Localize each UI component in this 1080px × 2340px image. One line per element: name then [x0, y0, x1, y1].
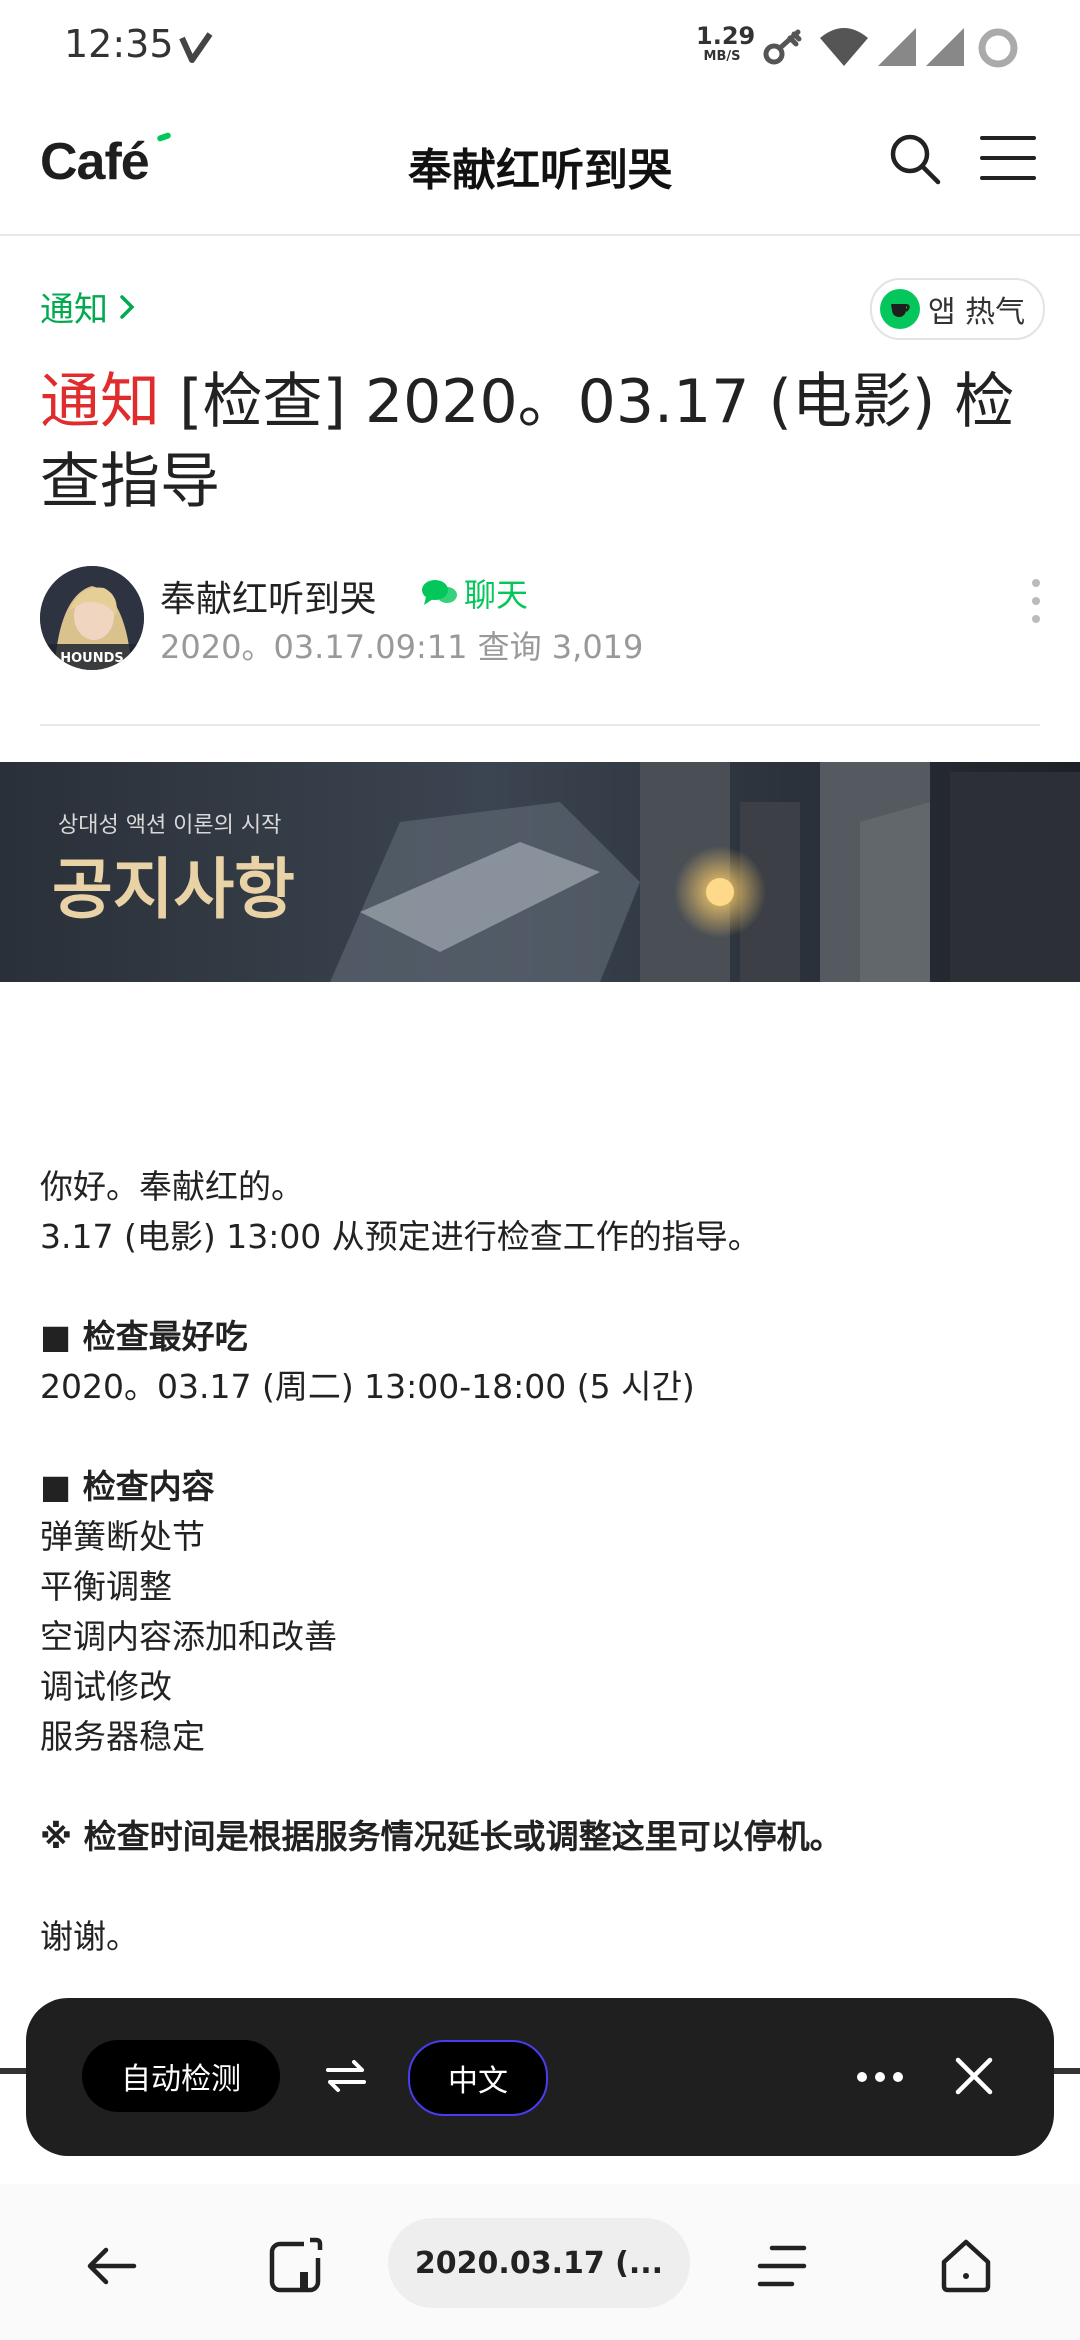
chevron-right-icon — [120, 294, 135, 319]
divider — [40, 724, 1040, 726]
vpn-key-icon — [763, 29, 802, 65]
author-name[interactable]: 奉献红听到哭 — [160, 570, 376, 622]
app-hot-label: 앱 热气 — [928, 295, 1026, 330]
body-line: 谢谢。 — [40, 1917, 139, 1956]
close-icon[interactable] — [950, 2052, 998, 2100]
post-title: 通知 [检查] 2020。03.17 (电影) 检查指导 — [40, 362, 1040, 522]
net-speed-value: 1.29 — [696, 22, 756, 50]
body-line — [40, 1412, 1040, 1462]
vpn-check-icon — [179, 32, 213, 63]
url-bar[interactable]: 2020.03.17 (... — [388, 2218, 690, 2308]
menu-icon[interactable] — [980, 130, 1036, 186]
body-line: 服务器稳定 — [40, 1717, 205, 1756]
body-line: 你好。奉献红的。 — [40, 1167, 304, 1206]
more-icon[interactable] — [852, 2054, 908, 2100]
body-line — [40, 1762, 1040, 1812]
home-icon[interactable] — [936, 2236, 996, 2296]
browser-bottom-nav: 2020.03.17 (... — [0, 2184, 1080, 2340]
post-title-text: [检查] 2020。03.17 (电影) 检查指导 — [40, 367, 1015, 517]
body-line: 2020。03.17 (周二) 13:00-18:00 (5 시간) — [40, 1367, 695, 1406]
signal-icon — [926, 28, 964, 66]
back-arrow-icon[interactable] — [82, 2236, 142, 2296]
app-bar: Café 奉献红听到哭 — [0, 96, 1080, 236]
body-note: ※ 检查时间是根据服务情况延长或调整这里可以停机。 — [40, 1817, 843, 1856]
banner-subtitle: 상대성 액션 이론의 시작 — [58, 813, 281, 838]
chat-button[interactable]: 聊天 — [420, 570, 528, 616]
body-line — [40, 1262, 1040, 1312]
wifi-icon — [820, 28, 868, 66]
post-meta: 2020。03.17.09:11 查询 3,019 — [160, 628, 644, 666]
chat-bubble-icon — [422, 580, 457, 605]
swap-icon[interactable] — [322, 2052, 370, 2100]
search-icon[interactable] — [886, 130, 942, 186]
status-bar: 12:35 1.29 MB/S — [0, 0, 1080, 96]
body-line — [40, 1862, 1040, 1912]
content-edge-line — [1050, 2068, 1080, 2074]
net-speed: 1.29 MB/S — [696, 22, 756, 64]
signal-icon — [878, 28, 916, 66]
more-vertical-icon[interactable] — [1026, 578, 1046, 624]
chat-label: 聊天 — [464, 576, 529, 614]
cafe-cup-icon — [880, 289, 920, 329]
body-heading: ■ 检查内容 — [40, 1467, 215, 1506]
post-title-tag: 通知 — [40, 367, 160, 437]
target-language-button[interactable]: 中文 — [408, 2040, 548, 2116]
avatar[interactable]: HOUNDS — [40, 566, 144, 670]
menu-lines-icon[interactable] — [752, 2236, 812, 2296]
body-heading: ■ 检查最好吃 — [40, 1317, 248, 1356]
app-hot-button[interactable]: 앱 热气 — [870, 278, 1046, 340]
avatar-image: HOUNDS — [40, 566, 144, 670]
translate-bar: 自动检测 中文 — [26, 1998, 1054, 2156]
battery-icon — [978, 28, 1018, 68]
banner-title: 공지사항 — [52, 851, 295, 928]
body-line: 空调内容添加和改善 — [40, 1617, 337, 1656]
notice-banner-image: 상대성 액션 이론의 시작 공지사항 — [0, 762, 1080, 982]
net-speed-unit: MB/S — [703, 49, 741, 64]
body-line: 3.17 (电影) 13:00 从预定进行检查工作的指导。 — [40, 1217, 761, 1256]
avatar-label: HOUNDS — [60, 651, 124, 666]
board-link[interactable]: 通知 — [40, 282, 136, 331]
body-line: 调试修改 — [40, 1667, 172, 1706]
source-language-button[interactable]: 自动检测 — [82, 2040, 280, 2112]
post-body: 你好。奉献红的。 3.17 (电影) 13:00 从预定进行检查工作的指导。 ■… — [40, 1162, 1040, 1962]
status-time: 12:35 — [64, 22, 174, 66]
body-line: 弹簧断处节 — [40, 1517, 205, 1556]
board-link-label: 通知 — [40, 290, 108, 330]
tabs-icon[interactable] — [266, 2236, 326, 2296]
body-line: 平衡调整 — [40, 1567, 172, 1606]
